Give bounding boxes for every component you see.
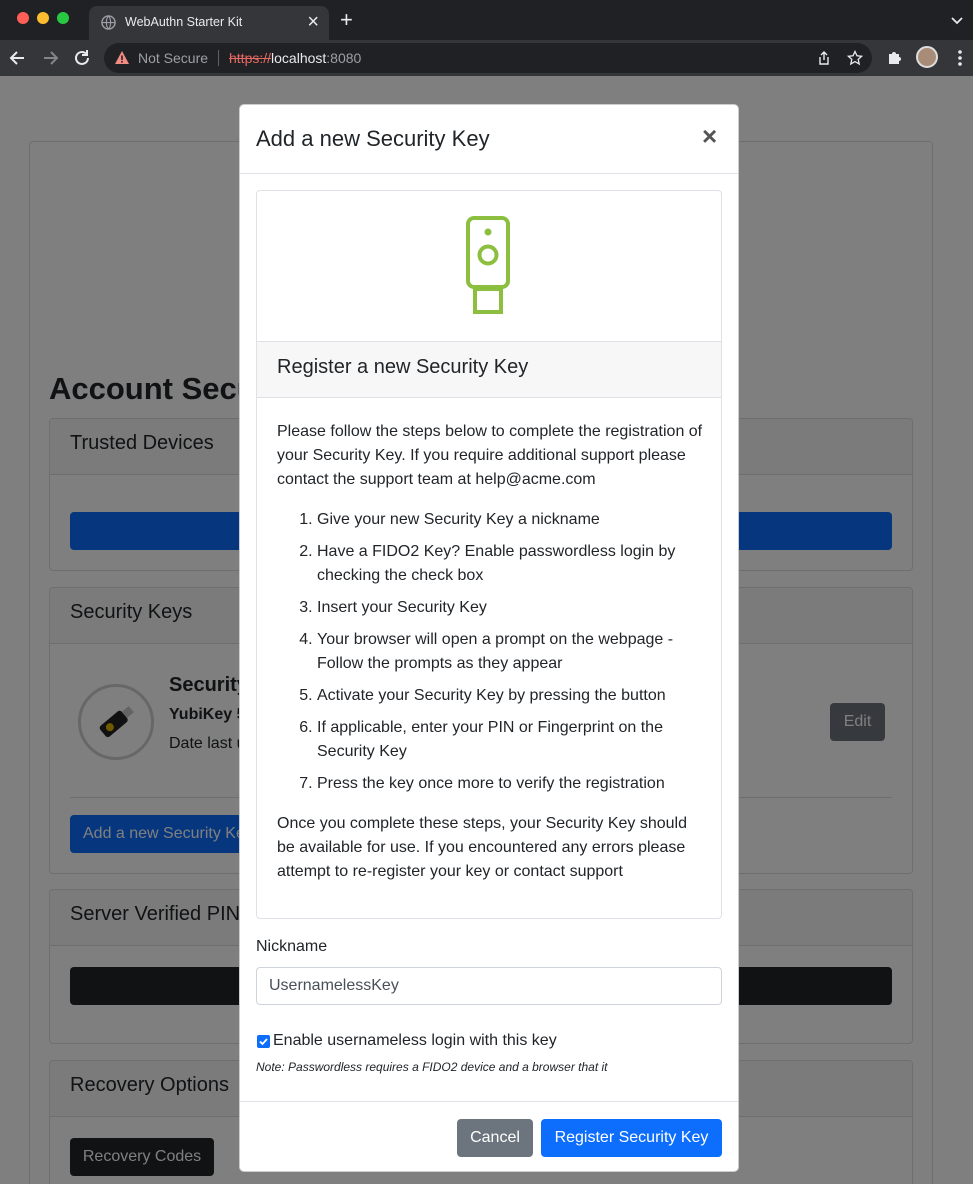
register-security-key-button[interactable]: Register Security Key [541,1119,722,1157]
passwordless-note: Note: Passwordless requires a FIDO2 devi… [256,1060,608,1074]
window-minimize-button[interactable] [37,12,49,24]
nickname-label: Nickname [256,938,328,955]
step-item: Activate your Security Key by pressing t… [317,684,705,708]
security-status[interactable]: Not Secure [138,50,208,66]
browser-tab[interactable]: WebAuthn Starter Kit × [89,6,329,40]
card-body: Please follow the steps below to complet… [277,420,705,884]
step-item: If applicable, enter your PIN or Fingerp… [317,716,705,764]
url-scheme: https:// [229,50,272,66]
globe-icon [101,15,116,30]
modal-title: Add a new Security Key [256,126,490,151]
step-item: Have a FIDO2 Key? Enable passwordless lo… [317,540,705,588]
warning-icon[interactable] [114,50,130,66]
cancel-button[interactable]: Cancel [457,1119,533,1157]
profile-avatar[interactable] [916,46,938,68]
tab-title: WebAuthn Starter Kit [125,15,243,29]
close-icon[interactable]: × [702,123,717,149]
steps-list: Give your new Security Key a nickname Ha… [277,508,705,796]
usernameless-checkbox-label[interactable]: Enable usernameless login with this key [273,1032,557,1050]
usernameless-checkbox[interactable] [257,1035,270,1048]
checkmark-icon [259,1038,268,1046]
nickname-input[interactable] [256,967,722,1005]
modal-header: Add a new Security Key × [240,105,738,174]
tab-close-icon[interactable]: × [307,11,319,33]
address-bar[interactable]: Not Secure https://localhost:8080 [104,43,872,73]
step-item: Press the key once more to verify the re… [317,772,705,796]
bookmark-star-icon[interactable] [847,50,863,66]
new-tab-button[interactable]: + [340,8,353,32]
card-title: Register a new Security Key [277,356,529,378]
window-zoom-button[interactable] [57,12,69,24]
add-security-key-modal: Add a new Security Key × Register a new … [239,104,739,1172]
omnibox-divider [218,50,219,66]
card-header: Register a new Security Key [257,341,721,398]
back-arrow-icon[interactable] [8,48,28,68]
outro-text: Once you complete these steps, your Secu… [277,815,687,880]
step-item: Your browser will open a prompt on the w… [317,628,705,676]
intro-text: Please follow the steps below to complet… [277,423,703,488]
reload-icon[interactable] [72,48,92,68]
url-host: localhost [271,50,327,66]
security-key-icon [466,216,510,314]
step-item: Give your new Security Key a nickname [317,508,705,532]
chevron-down-icon[interactable] [949,12,965,28]
share-icon[interactable] [816,50,832,66]
browser-toolbar: Not Secure https://localhost:8080 [0,40,973,76]
window-close-button[interactable] [17,12,29,24]
registration-instructions-card: Register a new Security Key Please follo… [256,190,722,919]
more-menu-icon[interactable] [950,48,970,68]
forward-arrow-icon[interactable] [40,48,60,68]
modal-footer: Cancel Register Security Key [240,1101,738,1171]
url-port: :8080 [326,50,362,66]
url-text[interactable]: https://localhost:8080 [229,50,361,66]
browser-tab-bar: WebAuthn Starter Kit × + [0,0,973,40]
extensions-puzzle-icon[interactable] [885,48,905,68]
step-item: Insert your Security Key [317,596,705,620]
